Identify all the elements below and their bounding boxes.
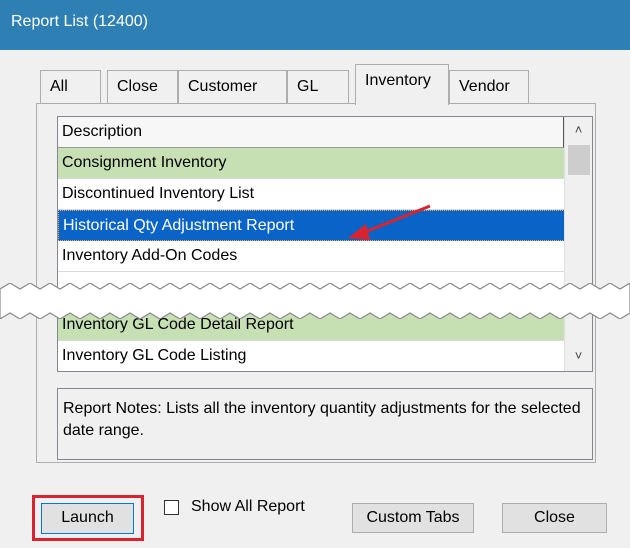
tab-inventory[interactable]: Inventory [355, 64, 449, 105]
tab-customer[interactable]: Customer [178, 70, 287, 104]
list-item[interactable]: Inventory GL Code Listing [58, 341, 565, 371]
tab-label: Vendor [459, 78, 510, 95]
column-header-label: Description [62, 123, 143, 140]
report-list[interactable]: Description Consignment Inventory Discon… [57, 116, 593, 372]
tab-gl[interactable]: GL [287, 70, 349, 104]
list-item[interactable]: Inventory Add-On Codes [58, 241, 565, 272]
tab-label: Inventory [365, 72, 431, 89]
close-button[interactable]: Close [502, 503, 607, 533]
window-title: Report List (12400) [11, 13, 148, 30]
tab-all[interactable]: All [40, 70, 101, 104]
tab-label: Close [117, 78, 158, 95]
torn-edge-divider [0, 283, 630, 319]
list-item-label: Discontinued Inventory List [62, 185, 255, 202]
report-list-window: Report List (12400) All Close Customer G… [0, 0, 630, 548]
tab-vendor[interactable]: Vendor [449, 70, 529, 104]
list-item-label: Historical Qty Adjustment Report [63, 217, 295, 234]
title-bar: Report List (12400) [0, 0, 630, 50]
list-item-label: Consignment Inventory [62, 154, 227, 171]
list-item[interactable]: Consignment Inventory [58, 148, 565, 179]
list-item-selected[interactable]: Historical Qty Adjustment Report [58, 210, 565, 241]
show-all-report-checkbox[interactable] [164, 500, 179, 515]
launch-button[interactable]: Launch [41, 503, 134, 534]
tab-close[interactable]: Close [107, 70, 178, 104]
tab-label: Customer [188, 78, 258, 95]
chevron-down-icon[interactable]: ˅ [565, 343, 592, 369]
chevron-up-icon[interactable]: ˄ [565, 117, 592, 143]
list-item[interactable]: Discontinued Inventory List [58, 179, 565, 210]
scrollbar-thumb[interactable] [568, 145, 590, 175]
list-item-label: Inventory GL Code Listing [62, 347, 247, 364]
tab-label: All [50, 78, 68, 95]
custom-tabs-button[interactable]: Custom Tabs [352, 503, 474, 533]
list-item-label: Inventory Add-On Codes [62, 247, 238, 264]
report-notes: Report Notes: Lists all the inventory qu… [57, 388, 593, 460]
red-arrow-icon [348, 204, 431, 240]
vertical-scrollbar[interactable]: ˄ ˅ [564, 117, 592, 371]
tab-label: GL [297, 78, 319, 95]
show-all-report-label[interactable]: Show All Report [191, 498, 305, 516]
column-header-description[interactable]: Description [58, 117, 565, 148]
